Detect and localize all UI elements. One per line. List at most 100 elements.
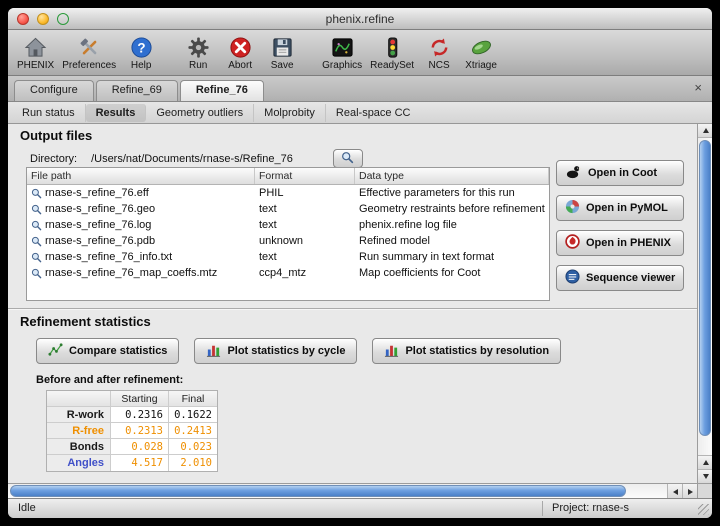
phenix-logo-icon (565, 234, 580, 252)
file-format: PHIL (255, 187, 355, 199)
plot-by-cycle-button[interactable]: Plot statistics by cycle (194, 338, 357, 364)
output-files-heading: Output files (20, 128, 92, 143)
table-row[interactable]: rnase-s_refine_76.eff PHIL Effective par… (27, 185, 549, 201)
close-window-button[interactable] (17, 13, 29, 25)
toolbar-label: NCS (429, 60, 450, 71)
arrow-up-icon (703, 460, 709, 465)
bar-chart-icon (206, 342, 221, 360)
file-format: text (255, 203, 355, 215)
starting-value: 0.2313 (111, 423, 169, 439)
scrollbar-corner (697, 483, 712, 498)
search-icon (31, 220, 42, 231)
stats-row-angles: Angles 4.517 2.010 (47, 455, 217, 471)
column-data-type[interactable]: Data type (355, 168, 549, 184)
table-header: File path Format Data type (27, 168, 549, 185)
pymol-icon (565, 199, 580, 217)
toolbar-button-readyset[interactable]: ReadySet (366, 34, 418, 72)
button-label: Open in PyMOL (586, 202, 668, 214)
sequence-viewer-button[interactable]: Sequence viewer (556, 265, 684, 291)
table-row[interactable]: rnase-s_refine_76_map_coeffs.mtz ccp4_mt… (27, 265, 549, 281)
status-bar: Idle Project: rnase-s (8, 498, 712, 518)
column-format[interactable]: Format (255, 168, 355, 184)
toolbar-label: Preferences (62, 60, 116, 71)
file-data-type: phenix.refine log file (355, 219, 549, 231)
table-row[interactable]: rnase-s_refine_76_info.txt text Run summ… (27, 249, 549, 265)
zoom-window-button[interactable] (57, 13, 69, 25)
subtab-molprobity[interactable]: Molprobity (254, 104, 326, 122)
section-divider (8, 308, 697, 310)
tab-refine-76[interactable]: Refine_76 (180, 80, 264, 101)
svg-text:?: ? (137, 40, 145, 55)
title-bar[interactable]: phenix.refine (8, 8, 712, 30)
file-data-type: Geometry restraints before refinement (355, 203, 549, 215)
close-tab-button[interactable]: × (691, 81, 705, 94)
subtab-run-status[interactable]: Run status (12, 104, 86, 122)
table-row[interactable]: rnase-s_refine_76.log text phenix.refine… (27, 217, 549, 233)
search-icon (31, 188, 42, 199)
abort-icon (229, 35, 252, 60)
table-row[interactable]: rnase-s_refine_76.geo text Geometry rest… (27, 201, 549, 217)
toolbar-button-phenix[interactable]: PHENIX (13, 34, 58, 72)
tools-icon (78, 35, 101, 60)
file-name: rnase-s_refine_76.pdb (45, 235, 155, 247)
results-subtab-bar: Run status Results Geometry outliers Mol… (8, 102, 712, 124)
scroll-down-button[interactable] (698, 469, 712, 483)
open-in-coot-button[interactable]: Open in Coot (556, 160, 684, 186)
row-label: Angles (47, 455, 111, 471)
resize-grip[interactable] (698, 504, 709, 515)
scroll-left-button[interactable] (667, 484, 682, 499)
toolbar-button-run[interactable]: Run (177, 34, 219, 72)
compare-statistics-button[interactable]: Compare statistics (36, 338, 179, 364)
subtab-results[interactable]: Results (86, 104, 147, 122)
tab-configure[interactable]: Configure (14, 80, 94, 101)
toolbar-button-graphics[interactable]: Graphics (318, 34, 366, 72)
run-tab-bar: Configure Refine_69 Refine_76 × (8, 76, 712, 102)
minimize-window-button[interactable] (37, 13, 49, 25)
scroll-right-button[interactable] (682, 484, 697, 499)
button-label: Sequence viewer (586, 272, 675, 284)
toolbar-button-ncs[interactable]: NCS (418, 34, 460, 72)
button-label: Plot statistics by resolution (405, 345, 549, 357)
button-label: Compare statistics (69, 345, 167, 357)
tab-refine-69[interactable]: Refine_69 (96, 80, 178, 101)
open-in-pymol-button[interactable]: Open in PyMOL (556, 195, 684, 221)
toolbar-button-save[interactable]: Save (261, 34, 303, 72)
toolbar-label: Help (131, 60, 152, 71)
table-row[interactable]: rnase-s_refine_76.pdb unknown Refined mo… (27, 233, 549, 249)
project-label: Project: rnase-s (552, 502, 629, 514)
subtab-real-space-cc[interactable]: Real-space CC (326, 104, 421, 122)
file-format: text (255, 219, 355, 231)
toolbar-button-xtriage[interactable]: Xtriage (460, 34, 502, 72)
button-label: Open in PHENIX (586, 237, 671, 249)
scroll-up-button[interactable] (698, 455, 712, 469)
starting-value: 0.028 (111, 439, 169, 455)
scroll-up-button[interactable] (698, 124, 712, 138)
vertical-scrollbar[interactable] (697, 124, 712, 483)
subtab-geometry-outliers[interactable]: Geometry outliers (146, 104, 254, 122)
toolbar-button-preferences[interactable]: Preferences (58, 34, 120, 72)
row-label: R-free (47, 423, 111, 439)
final-value: 0.023 (169, 439, 217, 455)
directory-path: /Users/nat/Documents/rnase-s/Refine_76 (91, 153, 293, 165)
file-data-type: Map coefficients for Coot (355, 267, 549, 279)
toolbar-label: Graphics (322, 60, 362, 71)
toolbar-label: ReadySet (370, 60, 414, 71)
browse-directory-button[interactable] (333, 149, 363, 168)
bar-chart-icon (384, 342, 399, 360)
column-file-path[interactable]: File path (27, 168, 255, 184)
horizontal-scrollbar[interactable] (8, 483, 697, 498)
vertical-scroll-thumb[interactable] (699, 140, 711, 436)
file-format: text (255, 251, 355, 263)
arrow-down-icon (703, 474, 709, 479)
stats-row-rfree: R-free 0.2313 0.2413 (47, 423, 217, 439)
file-format: unknown (255, 235, 355, 247)
file-data-type: Effective parameters for this run (355, 187, 549, 199)
toolbar-button-help[interactable]: ? Help (120, 34, 162, 72)
open-in-phenix-button[interactable]: Open in PHENIX (556, 230, 684, 256)
directory-row: Directory: /Users/nat/Documents/rnase-s/… (30, 149, 363, 168)
toolbar-button-abort[interactable]: Abort (219, 34, 261, 72)
arrow-left-icon (673, 489, 678, 495)
column-starting: Starting (111, 391, 169, 407)
plot-by-resolution-button[interactable]: Plot statistics by resolution (372, 338, 561, 364)
horizontal-scroll-thumb[interactable] (10, 485, 626, 497)
